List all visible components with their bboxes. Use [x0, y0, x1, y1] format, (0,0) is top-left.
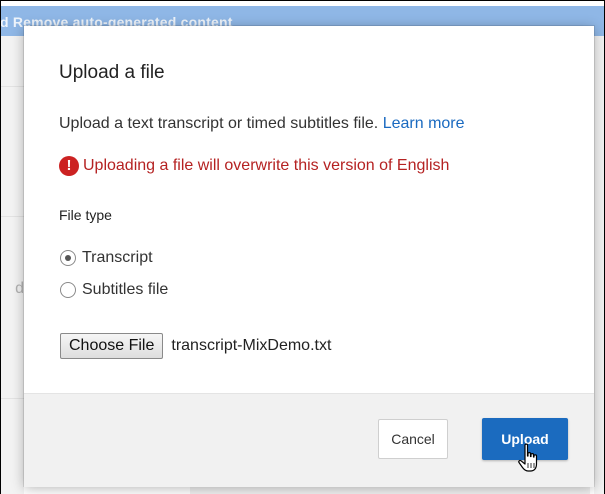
- overwrite-warning: ! Uploading a file will overwrite this v…: [59, 156, 449, 176]
- radio-option-subtitles-file[interactable]: Subtitles file: [60, 281, 168, 299]
- dialog-description: Upload a text transcript or timed subtit…: [59, 115, 465, 133]
- radio-label[interactable]: Subtitles file: [82, 281, 168, 299]
- subtitles-file-radio[interactable]: [60, 282, 76, 298]
- chosen-file-name: transcript-MixDemo.txt: [171, 337, 332, 354]
- upload-button[interactable]: Upload: [482, 418, 568, 460]
- background-divider: [0, 216, 24, 217]
- dialog-footer: Cancel Upload: [24, 393, 594, 487]
- upload-file-dialog: Upload a file Upload a text transcript o…: [24, 26, 594, 487]
- learn-more-link[interactable]: Learn more: [383, 115, 465, 132]
- description-text: Upload a text transcript or timed subtit…: [59, 115, 379, 132]
- frame-border: [0, 0, 605, 1]
- exclamation-circle-icon: !: [59, 156, 79, 176]
- radio-label[interactable]: Transcript: [82, 249, 153, 267]
- choose-file-button[interactable]: Choose File: [60, 333, 164, 359]
- background-left-column: [0, 36, 24, 494]
- dialog-title: Upload a file: [59, 62, 165, 83]
- transcript-radio[interactable]: [60, 250, 76, 266]
- background-divider: [0, 398, 24, 399]
- warning-text: Uploading a file will overwrite this ver…: [83, 157, 450, 174]
- frame-border: [0, 0, 1, 494]
- file-picker: Choose File transcript-MixDemo.txt: [60, 333, 331, 359]
- cancel-button[interactable]: Cancel: [378, 419, 448, 459]
- file-type-label: File type: [59, 207, 112, 223]
- radio-option-transcript[interactable]: Transcript: [60, 249, 153, 267]
- background-side-text: d: [15, 280, 24, 297]
- background-divider: [0, 86, 24, 87]
